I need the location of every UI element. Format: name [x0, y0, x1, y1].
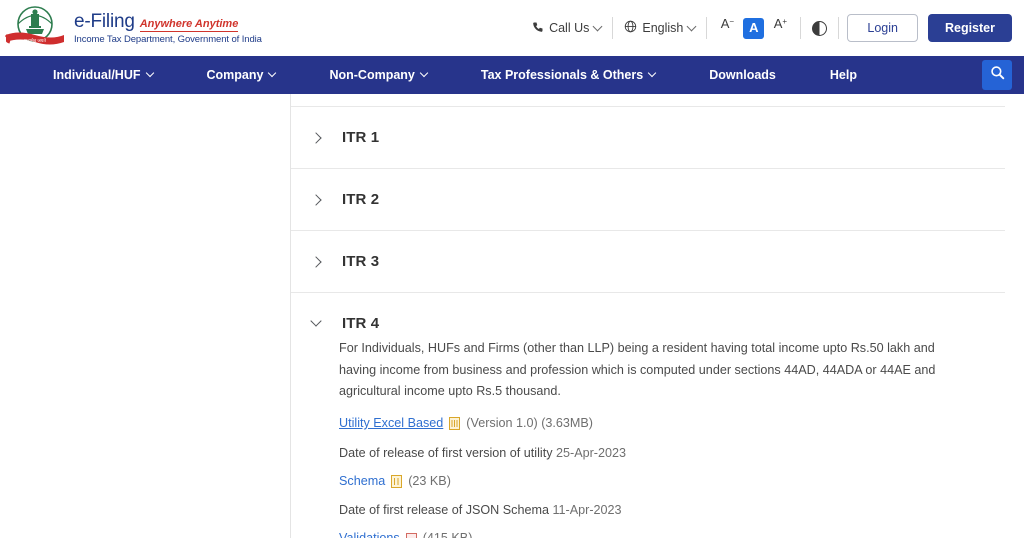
json-file-icon: [391, 474, 403, 488]
pdf-file-icon: A: [405, 532, 417, 538]
page-body: ITR 1 ITR 2 ITR 3 ITR 4 For Individuals,…: [0, 94, 1024, 538]
font-decrease-button[interactable]: A −: [715, 16, 739, 39]
nav-item-non-company[interactable]: Non-Company: [302, 56, 453, 94]
contrast-toggle[interactable]: [801, 20, 838, 36]
accordion-body-itr-4: For Individuals, HUFs and Firms (other t…: [291, 338, 1005, 538]
chevron-down-icon: [310, 314, 322, 327]
accordion-header-itr-4[interactable]: ITR 4: [291, 293, 1005, 338]
itr-accordion: ITR 1 ITR 2 ITR 3 ITR 4 For Individuals,…: [291, 94, 1005, 538]
chevron-down-icon: [592, 21, 603, 31]
accordion-title: ITR 3: [342, 253, 380, 270]
schema-release-date-value: 11-Apr-2023: [552, 503, 622, 518]
utility-release-date-value: 25-Apr-2023: [556, 445, 627, 460]
accordion-item-itr-2: ITR 2: [291, 169, 1005, 231]
nav-item-downloads[interactable]: Downloads: [682, 56, 803, 94]
nav-item-company[interactable]: Company: [180, 56, 303, 94]
itr4-description: For Individuals, HUFs and Firms (other t…: [339, 341, 936, 399]
chevron-right-icon: [310, 193, 322, 206]
chevron-right-icon: [310, 131, 322, 144]
chevron-down-icon: [145, 68, 154, 78]
font-size-controls: A − A A +: [707, 16, 800, 39]
download-row-schema: Schema (23 KB): [339, 473, 1005, 491]
brand-logo[interactable]: सत्यमेव जयते e-Filing Anywhere Anytime I…: [4, 5, 262, 51]
excel-zip-file-icon: [449, 417, 461, 431]
accordion-title: ITR 4: [342, 315, 380, 332]
download-row-utility-excel: Utility Excel Based (Version 1.0) (3.63M…: [339, 415, 1005, 433]
call-us-label: Call Us: [549, 21, 590, 35]
header-utilities: Call Us English A − A A + Login Register: [521, 0, 1012, 56]
nav-label: Help: [829, 68, 857, 82]
india-emblem-icon: सत्यमेव जयते: [4, 5, 66, 51]
svg-text:सत्यमेव जयते: सत्यमेव जयते: [24, 37, 46, 43]
language-menu[interactable]: English: [613, 20, 706, 36]
font-increase-label: A: [773, 16, 783, 31]
search-icon: [990, 65, 1005, 85]
main-navigation: Individual/HUF Company Non-Company Tax P…: [0, 56, 1024, 94]
chevron-down-icon: [647, 68, 657, 78]
search-button[interactable]: [982, 60, 1012, 90]
nav-label: Downloads: [709, 68, 776, 82]
schema-meta: (23 KB): [408, 473, 451, 488]
chevron-right-icon: [310, 255, 322, 268]
left-sidebar: [0, 94, 291, 538]
call-us-menu[interactable]: Call Us: [521, 21, 612, 36]
accordion-title: ITR 2: [342, 191, 380, 208]
nav-item-individual-huf[interactable]: Individual/HUF: [26, 56, 180, 94]
accordion-item-itr-1: ITR 1: [291, 106, 1005, 169]
schema-release-date-row: Date of first release of JSON Schema 11-…: [339, 503, 1005, 517]
accordion-item-itr-4: ITR 4 For Individuals, HUFs and Firms (o…: [291, 293, 1005, 538]
nav-label: Individual/HUF: [53, 68, 141, 82]
nav-item-list: Individual/HUF Company Non-Company Tax P…: [0, 56, 884, 94]
schema-link[interactable]: Schema: [339, 473, 385, 491]
register-button[interactable]: Register: [927, 14, 1012, 42]
site-header: सत्यमेव जयते e-Filing Anywhere Anytime I…: [0, 0, 1024, 56]
language-label: English: [642, 21, 684, 35]
accordion-header-itr-3[interactable]: ITR 3: [291, 231, 1005, 292]
header-divider: [838, 17, 840, 39]
globe-icon: [624, 20, 637, 36]
font-increase-button[interactable]: A +: [768, 16, 792, 39]
accordion-header-itr-2[interactable]: ITR 2: [291, 169, 1005, 230]
chevron-down-icon: [268, 68, 277, 78]
nav-label: Tax Professionals & Others: [480, 68, 644, 82]
brand-title: e-Filing: [74, 10, 135, 32]
chevron-down-icon: [686, 21, 697, 31]
validations-meta: (415 KB): [423, 530, 473, 538]
utility-release-date-row: Date of release of first version of util…: [339, 446, 1005, 460]
font-normal-label: A: [749, 19, 759, 35]
accordion-item-itr-3: ITR 3: [291, 231, 1005, 293]
brand-tagline: Anywhere Anytime: [139, 17, 239, 32]
chevron-down-icon: [419, 68, 429, 78]
main-content: ITR 1 ITR 2 ITR 3 ITR 4 For Individuals,…: [291, 94, 1024, 538]
nav-item-tax-professionals[interactable]: Tax Professionals & Others: [454, 56, 682, 94]
font-normal-button[interactable]: A: [743, 17, 765, 39]
utility-release-date-label: Date of release of first version of util…: [339, 445, 553, 460]
nav-label: Company: [206, 68, 264, 82]
download-row-validations: Validations A (415 KB): [339, 530, 1005, 538]
utility-excel-meta: (Version 1.0) (3.63MB): [466, 415, 593, 430]
accordion-header-itr-1[interactable]: ITR 1: [291, 107, 1005, 168]
font-decrease-label: A: [720, 16, 730, 31]
nav-label: Non-Company: [329, 68, 415, 82]
utility-excel-link[interactable]: Utility Excel Based: [339, 415, 443, 433]
contrast-icon: [812, 20, 828, 36]
phone-icon: [532, 21, 544, 36]
validations-link[interactable]: Validations: [339, 530, 400, 538]
brand-department: Income Tax Department, Government of Ind…: [74, 33, 262, 45]
schema-release-date-label: Date of first release of JSON Schema: [339, 503, 549, 518]
accordion-title: ITR 1: [342, 129, 380, 146]
nav-item-help[interactable]: Help: [803, 56, 884, 94]
login-button[interactable]: Login: [847, 14, 918, 42]
